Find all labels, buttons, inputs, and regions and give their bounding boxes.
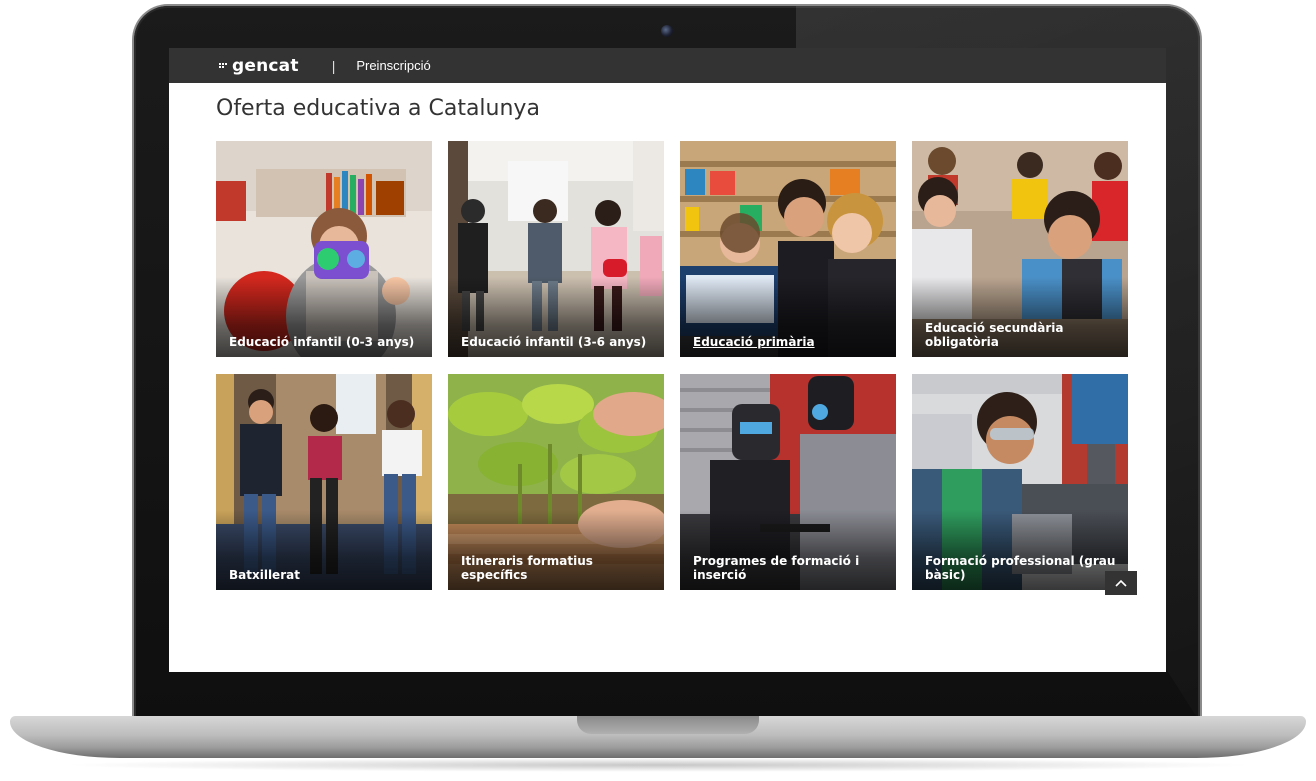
card-label: Educació infantil (3-6 anys): [461, 335, 647, 349]
card-label: Programes de formació i inserció: [693, 554, 860, 582]
back-to-top-button[interactable]: [1105, 571, 1137, 595]
card-educacio-infantil-3-6[interactable]: Educació infantil (3-6 anys): [448, 141, 664, 357]
gencat-logo-icon: [219, 62, 227, 68]
card-label: Educació secundària obligatòria: [925, 321, 1064, 349]
card-label: Formació professional (grau bàsic): [925, 554, 1116, 582]
card-educacio-secundaria-obligatoria[interactable]: Educació secundària obligatòria: [912, 141, 1128, 357]
education-offer-grid: Educació infantil (0-3 anys) Educació in…: [216, 141, 1128, 590]
site-header: gencat | Preinscripció: [169, 48, 1166, 83]
card-label: Educació primària: [693, 335, 815, 349]
page-title: Oferta educativa a Catalunya: [216, 96, 540, 121]
card-label: Batxillerat: [229, 568, 300, 582]
webcam: [661, 25, 673, 37]
card-educacio-primaria[interactable]: Educació primària: [680, 141, 896, 357]
section-link-preinscripcio[interactable]: Preinscripció: [356, 58, 430, 73]
header-divider: |: [331, 57, 336, 74]
card-batxillerat[interactable]: Batxillerat: [216, 374, 432, 590]
laptop-shadow: [60, 758, 1256, 772]
card-itineraris-formatius-especifics[interactable]: Itineraris formatius específics: [448, 374, 664, 590]
card-label: Itineraris formatius específics: [461, 554, 593, 582]
card-label: Educació infantil (0-3 anys): [229, 335, 415, 349]
laptop-base-notch: [577, 716, 759, 734]
card-formacio-professional-grau-basic[interactable]: Formació professional (grau bàsic): [912, 374, 1128, 590]
card-educacio-infantil-0-3[interactable]: Educació infantil (0-3 anys): [216, 141, 432, 357]
chevron-up-icon: [1115, 579, 1127, 587]
card-programes-formacio-insercio[interactable]: Programes de formació i inserció: [680, 374, 896, 590]
brand-name: gencat: [232, 55, 299, 76]
gencat-logo-link[interactable]: gencat: [219, 56, 299, 76]
laptop-screen: gencat | Preinscripció Oferta educativa …: [169, 48, 1166, 672]
